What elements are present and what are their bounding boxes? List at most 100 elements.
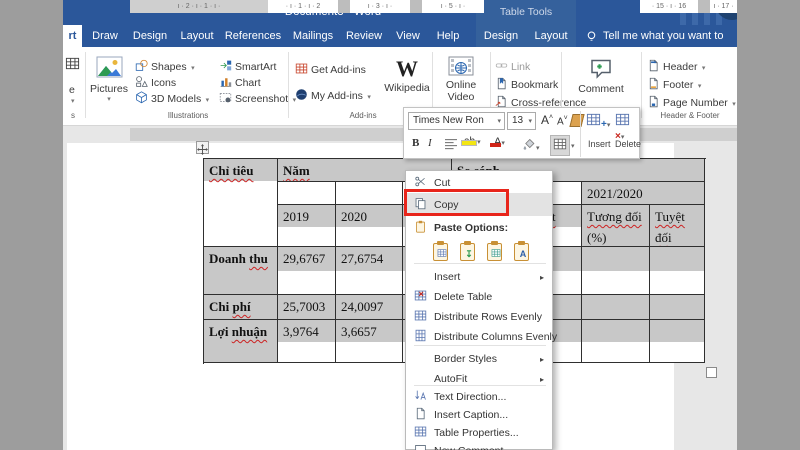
tab-references[interactable]: References	[221, 25, 285, 47]
menu-item-border-styles[interactable]: Border Styles ▸	[406, 349, 552, 369]
table-cell-value[interactable]: 24,0097	[336, 295, 403, 320]
table-cell-2020[interactable]: 2020	[336, 205, 403, 247]
tell-me-box[interactable]: Tell me what you want to do	[603, 25, 737, 64]
paste-merge-table-button[interactable]: ↧	[460, 240, 478, 262]
table-resize-handle[interactable]	[706, 367, 717, 378]
table-cell-tuyet-doi[interactable]: Tuyệt đối	[650, 205, 705, 247]
tab-table-design[interactable]: Design	[476, 25, 526, 47]
bookmark-button[interactable]: Bookmark	[495, 76, 558, 91]
bold-button[interactable]: B	[412, 137, 419, 149]
delete-table-icon	[615, 112, 630, 127]
menu-item-new-comment[interactable]: New Comment	[406, 441, 552, 450]
screenshot-root: Document3 - Word Table Tools rt Draw Des…	[0, 0, 800, 450]
table-cell-empty[interactable]	[650, 320, 705, 363]
table-cell-empty[interactable]	[650, 247, 705, 295]
menu-item-cut[interactable]: Cut	[406, 173, 552, 193]
paste-keep-source-button[interactable]	[433, 240, 451, 262]
shrink-font-button[interactable]: A˅	[557, 115, 568, 127]
delete-table-button[interactable]: ×▾	[615, 112, 639, 142]
menu-item-insert[interactable]: Insert ▸	[406, 267, 552, 287]
paste-text-only-button[interactable]: A	[514, 240, 532, 262]
ruler-column-marker[interactable]	[338, 0, 350, 13]
font-color-button[interactable]: A▾	[490, 136, 505, 148]
menu-item-delete-table[interactable]: × Delete Table	[406, 287, 552, 307]
menu-item-distribute-rows[interactable]: Distribute Rows Evenly	[406, 307, 552, 327]
table-cell-doanh-thu[interactable]: Doanh thu	[204, 247, 278, 295]
table-cell-empty[interactable]	[650, 295, 705, 320]
smartart-button[interactable]: SmartArt	[219, 58, 276, 73]
table-cell-empty[interactable]	[582, 247, 650, 295]
table-cell-value[interactable]: 3,6657	[336, 320, 403, 363]
illustrations-group-label: Illustrations	[167, 111, 209, 120]
online-video-button[interactable]: Online Video	[436, 56, 486, 103]
tab-review[interactable]: Review	[341, 25, 387, 47]
menu-item-autofit[interactable]: AutoFit ▸	[406, 369, 552, 389]
menu-item-table-properties[interactable]: Table Properties...	[406, 423, 552, 443]
footer-icon	[647, 77, 660, 90]
shading-button[interactable]: ▾	[522, 137, 540, 153]
font-name-input[interactable]: Times New Ron ▾	[408, 112, 505, 130]
paste-nest-table-button[interactable]	[487, 240, 505, 262]
menu-item-copy[interactable]: Copy	[406, 193, 552, 216]
tab-layout[interactable]: Layout	[175, 25, 219, 47]
scissors-icon	[412, 175, 428, 191]
menu-item-text-direction[interactable]: Text Direction...	[406, 387, 552, 407]
table-cell-empty[interactable]	[582, 295, 650, 320]
borders-button[interactable]	[550, 135, 570, 156]
get-addins-button[interactable]: Get Add-ins	[295, 61, 366, 76]
my-addins-button[interactable]: My Add-ins ▾	[295, 87, 371, 102]
chevron-down-icon: ▾	[701, 65, 706, 72]
tab-mailings[interactable]: Mailings	[287, 25, 339, 47]
menu-item-insert-caption[interactable]: Insert Caption...	[406, 405, 552, 425]
table-cell-tuong-doi[interactable]: Tương đối (%)	[582, 205, 650, 247]
table-cell-empty[interactable]	[582, 320, 650, 363]
screenshot-button[interactable]: Screenshot ▾	[219, 90, 296, 105]
table-cell-empty[interactable]	[278, 182, 336, 205]
comment-button[interactable]: Comment	[571, 56, 631, 95]
ruler-column-marker[interactable]	[698, 0, 710, 13]
table-cell-loi-nhuan[interactable]: Lợi nhuận	[204, 320, 278, 363]
tab-insert-partial[interactable]: rt	[63, 25, 82, 47]
grow-font-button[interactable]: A˄	[541, 113, 553, 127]
tab-table-layout[interactable]: Layout	[526, 25, 576, 47]
pictures-button[interactable]: Pictures ▾	[88, 56, 130, 103]
submenu-arrow-icon: ▸	[539, 354, 544, 364]
tab-help[interactable]: Help	[429, 25, 467, 47]
chart-button[interactable]: Chart	[219, 74, 261, 89]
table-cell-chi-tieu[interactable]: Chỉ tiêu	[204, 159, 278, 247]
lines-icon	[445, 139, 457, 150]
header-button[interactable]: Header ▾	[647, 58, 705, 73]
cube-icon	[136, 91, 147, 104]
table-cell-value[interactable]: 25,7003	[278, 295, 336, 320]
borders-dropdown[interactable]: ▾	[571, 139, 575, 151]
cutoff-button-label[interactable]: e	[69, 84, 75, 96]
footer-button[interactable]: Footer ▾	[647, 76, 701, 91]
table-cell-value[interactable]: 27,6754	[336, 247, 403, 295]
styles-button[interactable]	[444, 138, 458, 153]
table-cell-chi-phi[interactable]: Chi phí	[204, 295, 278, 320]
table-move-handle[interactable]	[196, 141, 209, 155]
table-cell-value[interactable]: 3,9764	[278, 320, 336, 363]
wikipedia-button[interactable]: W Wikipedia	[383, 56, 431, 94]
icons-button[interactable]: Icons	[135, 74, 176, 89]
tab-view[interactable]: View	[389, 25, 427, 47]
table-cell-value[interactable]: 29,6767	[278, 247, 336, 295]
table-cell-2019[interactable]: 2019	[278, 205, 336, 247]
shapes-button[interactable]: Shapes ▾	[135, 58, 195, 73]
3d-models-button[interactable]: 3D Models ▾	[135, 90, 209, 105]
table-cell-empty[interactable]	[336, 182, 403, 205]
font-size-input[interactable]: 13 ▾	[507, 112, 536, 130]
ruler-column-marker[interactable]	[410, 0, 422, 13]
table-cell-ratio[interactable]: 2021/2020	[582, 182, 705, 205]
page-number-button[interactable]: Page Number ▾	[647, 94, 736, 109]
menu-item-distribute-columns[interactable]: Distribute Columns Evenly	[406, 327, 557, 347]
format-painter-button[interactable]	[569, 114, 585, 130]
highlight-button[interactable]: ab▾	[461, 136, 481, 147]
table-icon[interactable]	[65, 56, 80, 71]
tab-design[interactable]: Design	[127, 25, 173, 47]
italic-button[interactable]: I	[428, 137, 432, 149]
chevron-down-icon: ▾	[205, 97, 210, 104]
tab-draw[interactable]: Draw	[85, 25, 125, 47]
insert-table-button[interactable]: +▾	[586, 112, 610, 130]
text-direction-icon	[412, 389, 428, 405]
